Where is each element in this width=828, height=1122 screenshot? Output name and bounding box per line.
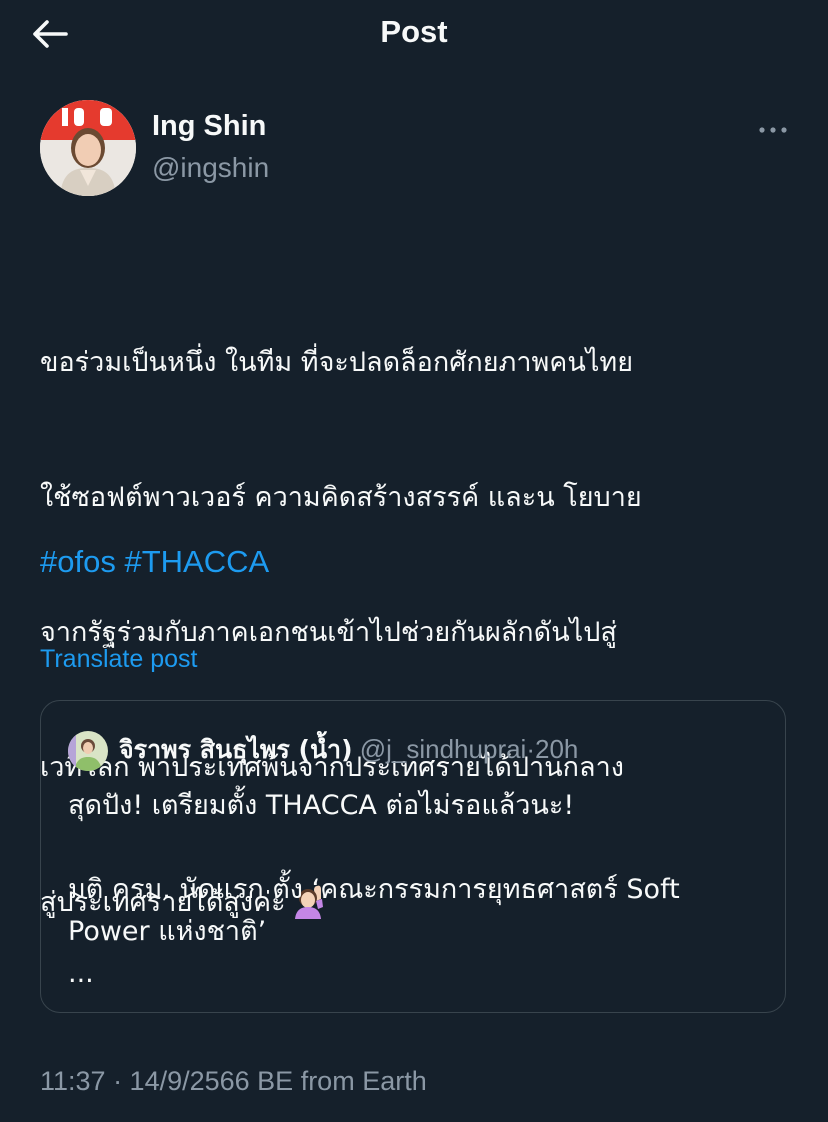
post-line: ใช้ซอฟต์พาวเวอร์ ความคิดสร้างสรรค์ และน … [40,482,642,513]
post-author: Ing Shin @ingshin [40,100,788,200]
translate-post-link[interactable]: Translate post [40,645,197,674]
author-name[interactable]: Ing Shin [152,110,266,143]
separator-dot: · [526,734,536,764]
more-options-button[interactable] [748,118,788,142]
quoted-time: 20h [535,734,579,764]
quoted-post[interactable]: จิราพร สินธุไพร (น้ำ) @j_sindhuprai·20h … [40,700,786,1013]
quoted-line: Power แห่งชาติ’ [68,916,267,947]
hashtags: #ofos #THACCA [40,544,269,580]
quoted-avatar[interactable] [68,731,108,771]
quoted-line: มติ ครม. นัดแรก ตั้ง ‘คณะกรรมการยุทธศาสต… [68,874,680,905]
quoted-line [68,827,768,869]
quoted-author-name[interactable]: จิราพร สินธุไพร (น้ำ) [119,735,353,764]
page-title: Post [380,14,448,49]
hashtag-link[interactable]: #THACCA [124,544,269,579]
quoted-post-body: สุดปัง! เตรียมตั้ง THACCA ต่อไม่รอแล้วนะ… [68,785,768,995]
avatar[interactable] [40,100,136,196]
post-timestamp: 11:37 · 14/9/2566 BE from Earth [40,1066,427,1096]
top-bar: Post [0,0,828,70]
hashtag-link[interactable]: #ofos [40,544,116,579]
post-line: ขอร่วมเป็นหนึ่ง ในทีม ที่จะปลดล็อกศักยภา… [40,347,634,378]
quoted-author-handle[interactable]: @j_sindhuprai [360,734,527,764]
more-horizontal-icon [759,127,787,133]
author-handle[interactable]: @ingshin [152,152,269,184]
quoted-line: ... [68,958,94,989]
quoted-line: สุดปัง! เตรียมตั้ง THACCA ต่อไม่รอแล้วนะ… [68,790,575,821]
quoted-post-header: จิราพร สินธุไพร (น้ำ) @j_sindhuprai·20h [119,731,578,768]
